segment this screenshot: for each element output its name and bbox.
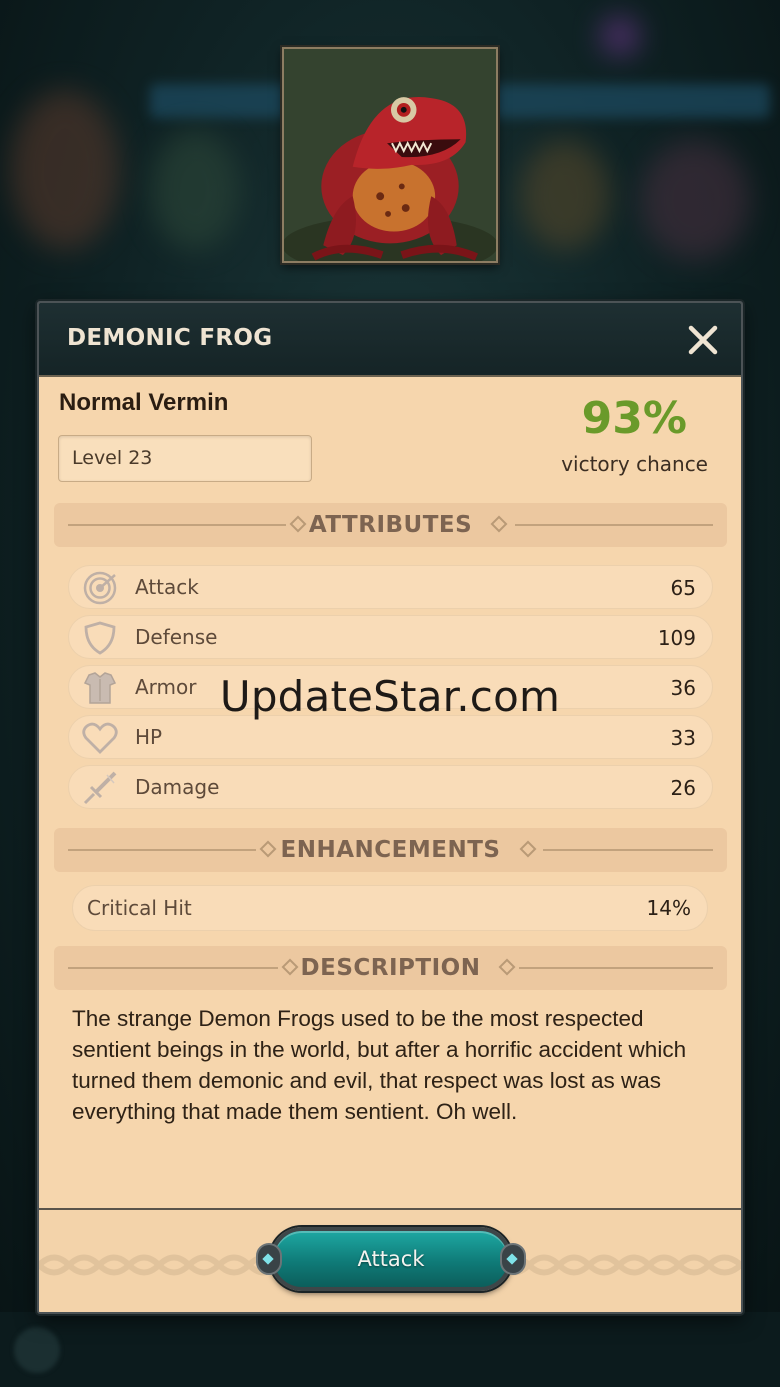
monster-portrait bbox=[282, 47, 498, 263]
watermark-text: UpdateStar.com bbox=[219, 672, 561, 721]
attribute-value: 109 bbox=[657, 626, 696, 650]
sword-icon bbox=[81, 771, 119, 805]
level-label: Level 23 bbox=[72, 447, 153, 469]
attribute-label: Attack bbox=[135, 575, 199, 599]
divider-line bbox=[543, 849, 713, 851]
background-bottom-bar bbox=[0, 1312, 780, 1387]
attack-button-label: Attack bbox=[357, 1247, 425, 1271]
monster-info-dialog: DEMONIC FROG Normal Vermin Level 23 93% … bbox=[37, 301, 743, 1314]
attribute-label: Damage bbox=[135, 775, 220, 799]
attribute-value: 65 bbox=[670, 576, 696, 600]
dialog-title: DEMONIC FROG bbox=[67, 325, 273, 351]
attribute-value: 26 bbox=[670, 776, 696, 800]
attribute-row-defense: Defense 109 bbox=[68, 615, 713, 659]
close-button[interactable] bbox=[683, 320, 723, 360]
attribute-value: 33 bbox=[670, 726, 696, 750]
enhancement-row-critical-hit: Critical Hit 14% bbox=[72, 885, 708, 931]
background-blob bbox=[150, 130, 240, 250]
description-text: The strange Demon Frogs used to be the m… bbox=[72, 1006, 687, 1124]
attribute-row-hp: HP 33 bbox=[68, 715, 713, 759]
heart-icon bbox=[81, 721, 119, 755]
dialog-header: DEMONIC FROG bbox=[39, 303, 741, 377]
divider-line bbox=[515, 524, 713, 526]
dialog-footer: Attack bbox=[39, 1208, 741, 1312]
background-blob bbox=[10, 90, 120, 250]
attribute-row-damage: Damage 26 bbox=[68, 765, 713, 809]
attribute-row-attack: Attack 65 bbox=[68, 565, 713, 609]
background-blob bbox=[600, 16, 640, 56]
attributes-section-header: ATTRIBUTES bbox=[54, 503, 727, 547]
attribute-label: HP bbox=[135, 725, 163, 749]
divider-line bbox=[519, 967, 713, 969]
background-blob bbox=[520, 140, 610, 250]
shield-icon bbox=[81, 621, 119, 655]
background-blob bbox=[640, 140, 750, 260]
attribute-label: Defense bbox=[135, 625, 218, 649]
demonic-frog-portrait bbox=[284, 49, 496, 261]
enhancement-value: 14% bbox=[646, 896, 691, 920]
description-section-header: DESCRIPTION bbox=[54, 946, 727, 990]
level-box: Level 23 bbox=[58, 435, 312, 482]
monster-type: Normal Vermin bbox=[59, 389, 229, 416]
background-avatar bbox=[14, 1327, 60, 1373]
victory-percentage: 93% bbox=[581, 393, 687, 444]
victory-label: victory chance bbox=[561, 452, 708, 476]
close-icon bbox=[688, 325, 718, 355]
attack-button[interactable]: Attack bbox=[256, 1227, 526, 1291]
gem-icon bbox=[262, 1253, 274, 1265]
enhancement-label: Critical Hit bbox=[87, 896, 192, 920]
target-icon bbox=[81, 571, 119, 605]
gem-icon bbox=[506, 1253, 518, 1265]
enhancements-section-header: ENHANCEMENTS bbox=[54, 828, 727, 872]
